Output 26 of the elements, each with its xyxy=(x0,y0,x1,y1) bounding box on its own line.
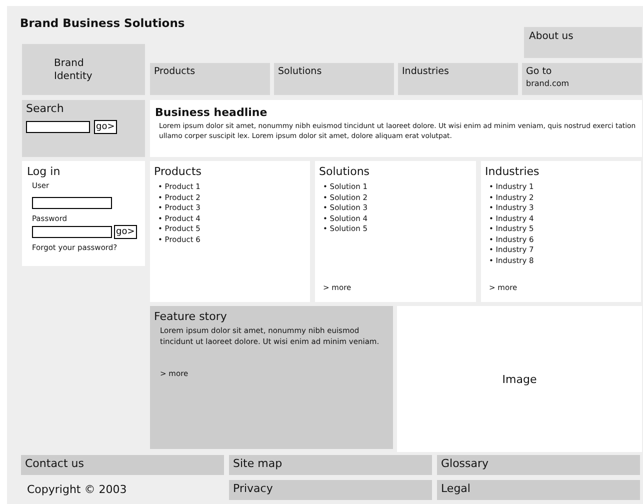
go-button[interactable]: go> xyxy=(94,120,117,134)
go-button[interactable]: go> xyxy=(114,225,137,239)
footer-link[interactable]: Glossary xyxy=(437,455,640,475)
footer-link[interactable]: Site map xyxy=(229,455,432,475)
image-label: Image xyxy=(502,372,537,386)
user-field[interactable] xyxy=(32,196,112,208)
category-title: Products xyxy=(154,165,202,178)
footer-link[interactable]: Legal xyxy=(437,480,640,500)
nav-item[interactable]: Products xyxy=(150,63,270,95)
category-title: Industries xyxy=(485,165,540,178)
goto-link[interactable]: Go to brand.com xyxy=(522,63,642,95)
about-link[interactable]: About us xyxy=(524,27,642,58)
brand-identity: Brand Identity xyxy=(22,44,145,95)
category-title: Solutions xyxy=(319,165,371,178)
site-title: Brand Business Solutions xyxy=(20,16,186,27)
search-title: Search xyxy=(26,102,65,115)
nav-item[interactable]: Solutions xyxy=(274,63,394,95)
feature-title: Feature story xyxy=(154,310,228,323)
password-field[interactable] xyxy=(32,226,112,238)
copyright-text: Copyright © 2003 xyxy=(26,482,128,498)
login-title: Log in xyxy=(27,165,62,178)
headline-title: Business headline xyxy=(155,106,268,119)
contact-link[interactable]: Contact us xyxy=(21,455,224,475)
footer-link[interactable]: Privacy xyxy=(229,480,432,500)
search-field[interactable] xyxy=(26,121,90,133)
nav-item[interactable]: Industries xyxy=(398,63,518,95)
